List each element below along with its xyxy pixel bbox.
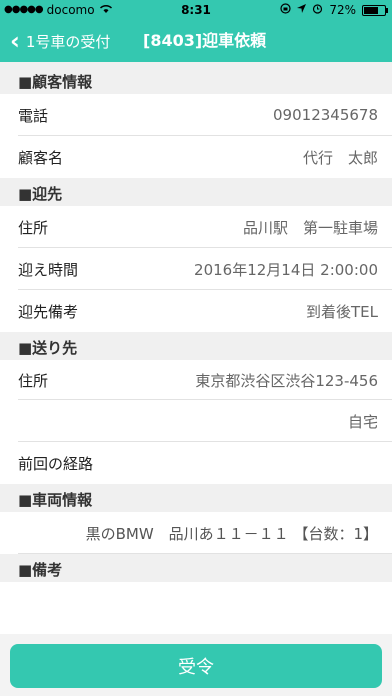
pickup-address-value: 品川駅 第一駐車場 xyxy=(242,218,378,237)
phone-value: 09012345678 xyxy=(273,106,378,124)
row-customer-name: 顧客名 代行 太郎 xyxy=(0,136,392,178)
section-header-destination: ■送り先 xyxy=(0,332,392,360)
phone-label: 電話 xyxy=(18,106,49,125)
previous-route-label: 前回の経路 xyxy=(18,454,94,473)
location-icon xyxy=(297,0,307,20)
row-previous-route[interactable]: 前回の経路 xyxy=(0,442,392,484)
row-destination-extra: 自宅 xyxy=(0,400,392,442)
destination-address-label: 住所 xyxy=(18,371,49,390)
back-label: 1号車の受付 xyxy=(25,32,111,51)
status-bar: ●●●●● docomo 8:31 72% xyxy=(0,0,392,20)
footer: 受令 xyxy=(0,634,392,696)
row-phone[interactable]: 電話 09012345678 xyxy=(0,94,392,136)
lock-rotation-icon xyxy=(280,0,291,20)
back-button[interactable]: ‹ 1号車の受付 xyxy=(10,20,110,62)
section-header-vehicle: ■車両情報 xyxy=(0,484,392,512)
section-header-customer: ■顧客情報 xyxy=(0,62,392,94)
alarm-icon xyxy=(312,0,323,20)
pickup-time-label: 迎え時間 xyxy=(18,260,79,279)
battery-icon xyxy=(362,4,388,16)
destination-address-extra: 自宅 xyxy=(347,412,378,431)
accept-button[interactable]: 受令 xyxy=(10,644,382,688)
section-header-pickup: ■迎先 xyxy=(0,178,392,206)
customer-name-label: 顧客名 xyxy=(18,148,64,167)
pickup-note-value: 到着後TEL xyxy=(306,302,378,321)
customer-name-value: 代行 太郎 xyxy=(302,148,378,167)
row-destination-address: 住所 東京都渋谷区渋谷123-456 xyxy=(0,360,392,400)
row-pickup-note: 迎先備考 到着後TEL xyxy=(0,290,392,332)
page-title: [8403]迎車依頼 xyxy=(143,31,267,50)
navigation-bar: ‹ 1号車の受付 [8403]迎車依頼 xyxy=(0,20,392,62)
pickup-time-value: 2016年12月14日 2:00:00 xyxy=(194,260,378,279)
chevron-left-icon: ‹ xyxy=(10,27,20,55)
row-pickup-time: 迎え時間 2016年12月14日 2:00:00 xyxy=(0,248,392,290)
destination-address-value: 東京都渋谷区渋谷123-456 xyxy=(195,371,378,390)
pickup-note-label: 迎先備考 xyxy=(18,302,79,321)
status-right: 72% xyxy=(280,0,388,20)
row-pickup-address: 住所 品川駅 第一駐車場 xyxy=(0,206,392,248)
pickup-address-label: 住所 xyxy=(18,218,49,237)
vehicle-info-value: 黒のBMW 品川あ１１－１１ 【台数：1】 xyxy=(85,524,378,543)
section-header-memo: ■備考 xyxy=(0,554,392,582)
memo-area[interactable] xyxy=(0,582,392,640)
detail-list: ■顧客情報 電話 09012345678 顧客名 代行 太郎 ■迎先 住所 品川… xyxy=(0,62,392,640)
row-vehicle-info: 黒のBMW 品川あ１１－１１ 【台数：1】 xyxy=(0,512,392,554)
battery-percent: 72% xyxy=(329,3,356,17)
battery-fill xyxy=(364,6,379,14)
